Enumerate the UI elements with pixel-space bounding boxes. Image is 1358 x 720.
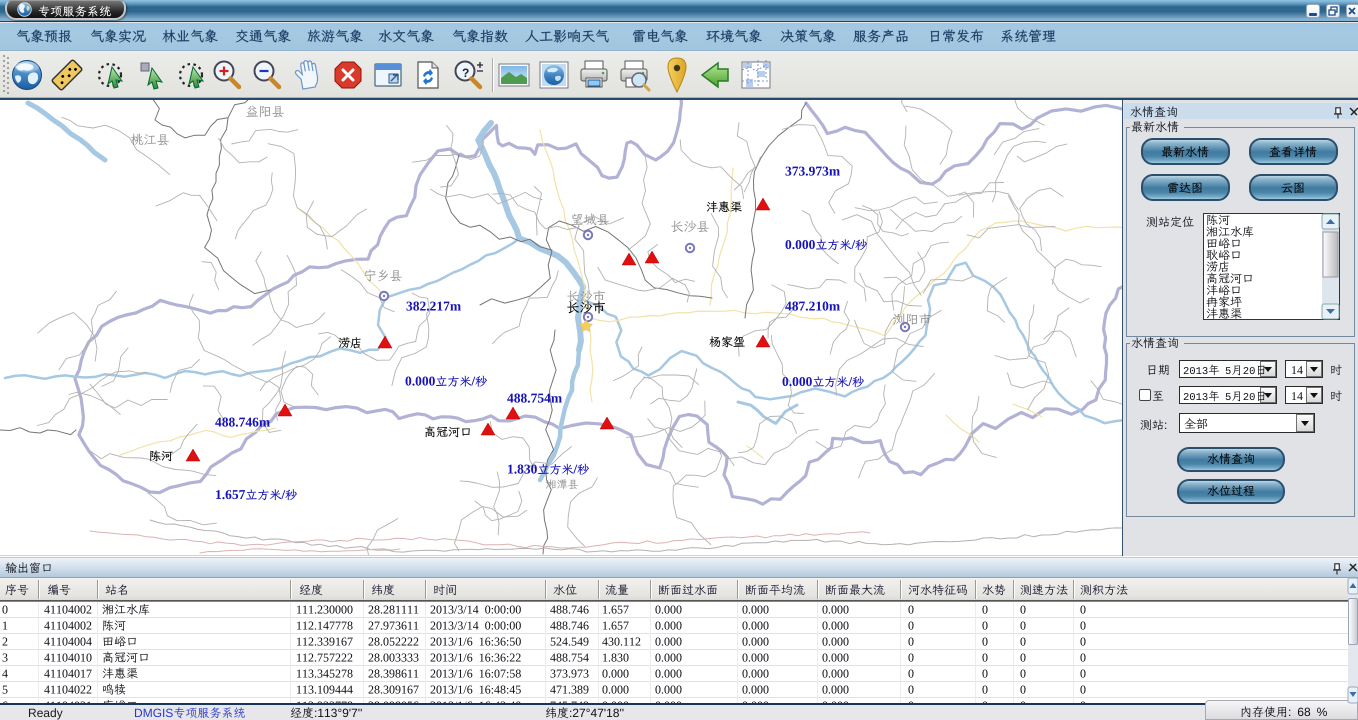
- svg-text:?: ?: [462, 66, 469, 80]
